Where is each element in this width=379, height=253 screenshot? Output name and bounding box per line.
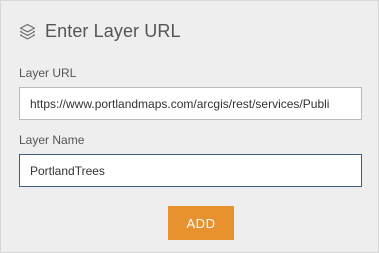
layer-name-label: Layer Name — [19, 133, 85, 147]
add-layer-panel: Enter Layer URL Layer URL Layer Name ADD — [0, 0, 379, 253]
add-button[interactable]: ADD — [168, 206, 234, 240]
layer-url-input[interactable] — [19, 87, 362, 120]
panel-header: Enter Layer URL — [19, 20, 181, 42]
panel-title: Enter Layer URL — [45, 20, 181, 41]
layers-icon — [19, 23, 36, 40]
layer-name-input[interactable] — [19, 154, 362, 187]
layer-url-label: Layer URL — [19, 66, 77, 80]
